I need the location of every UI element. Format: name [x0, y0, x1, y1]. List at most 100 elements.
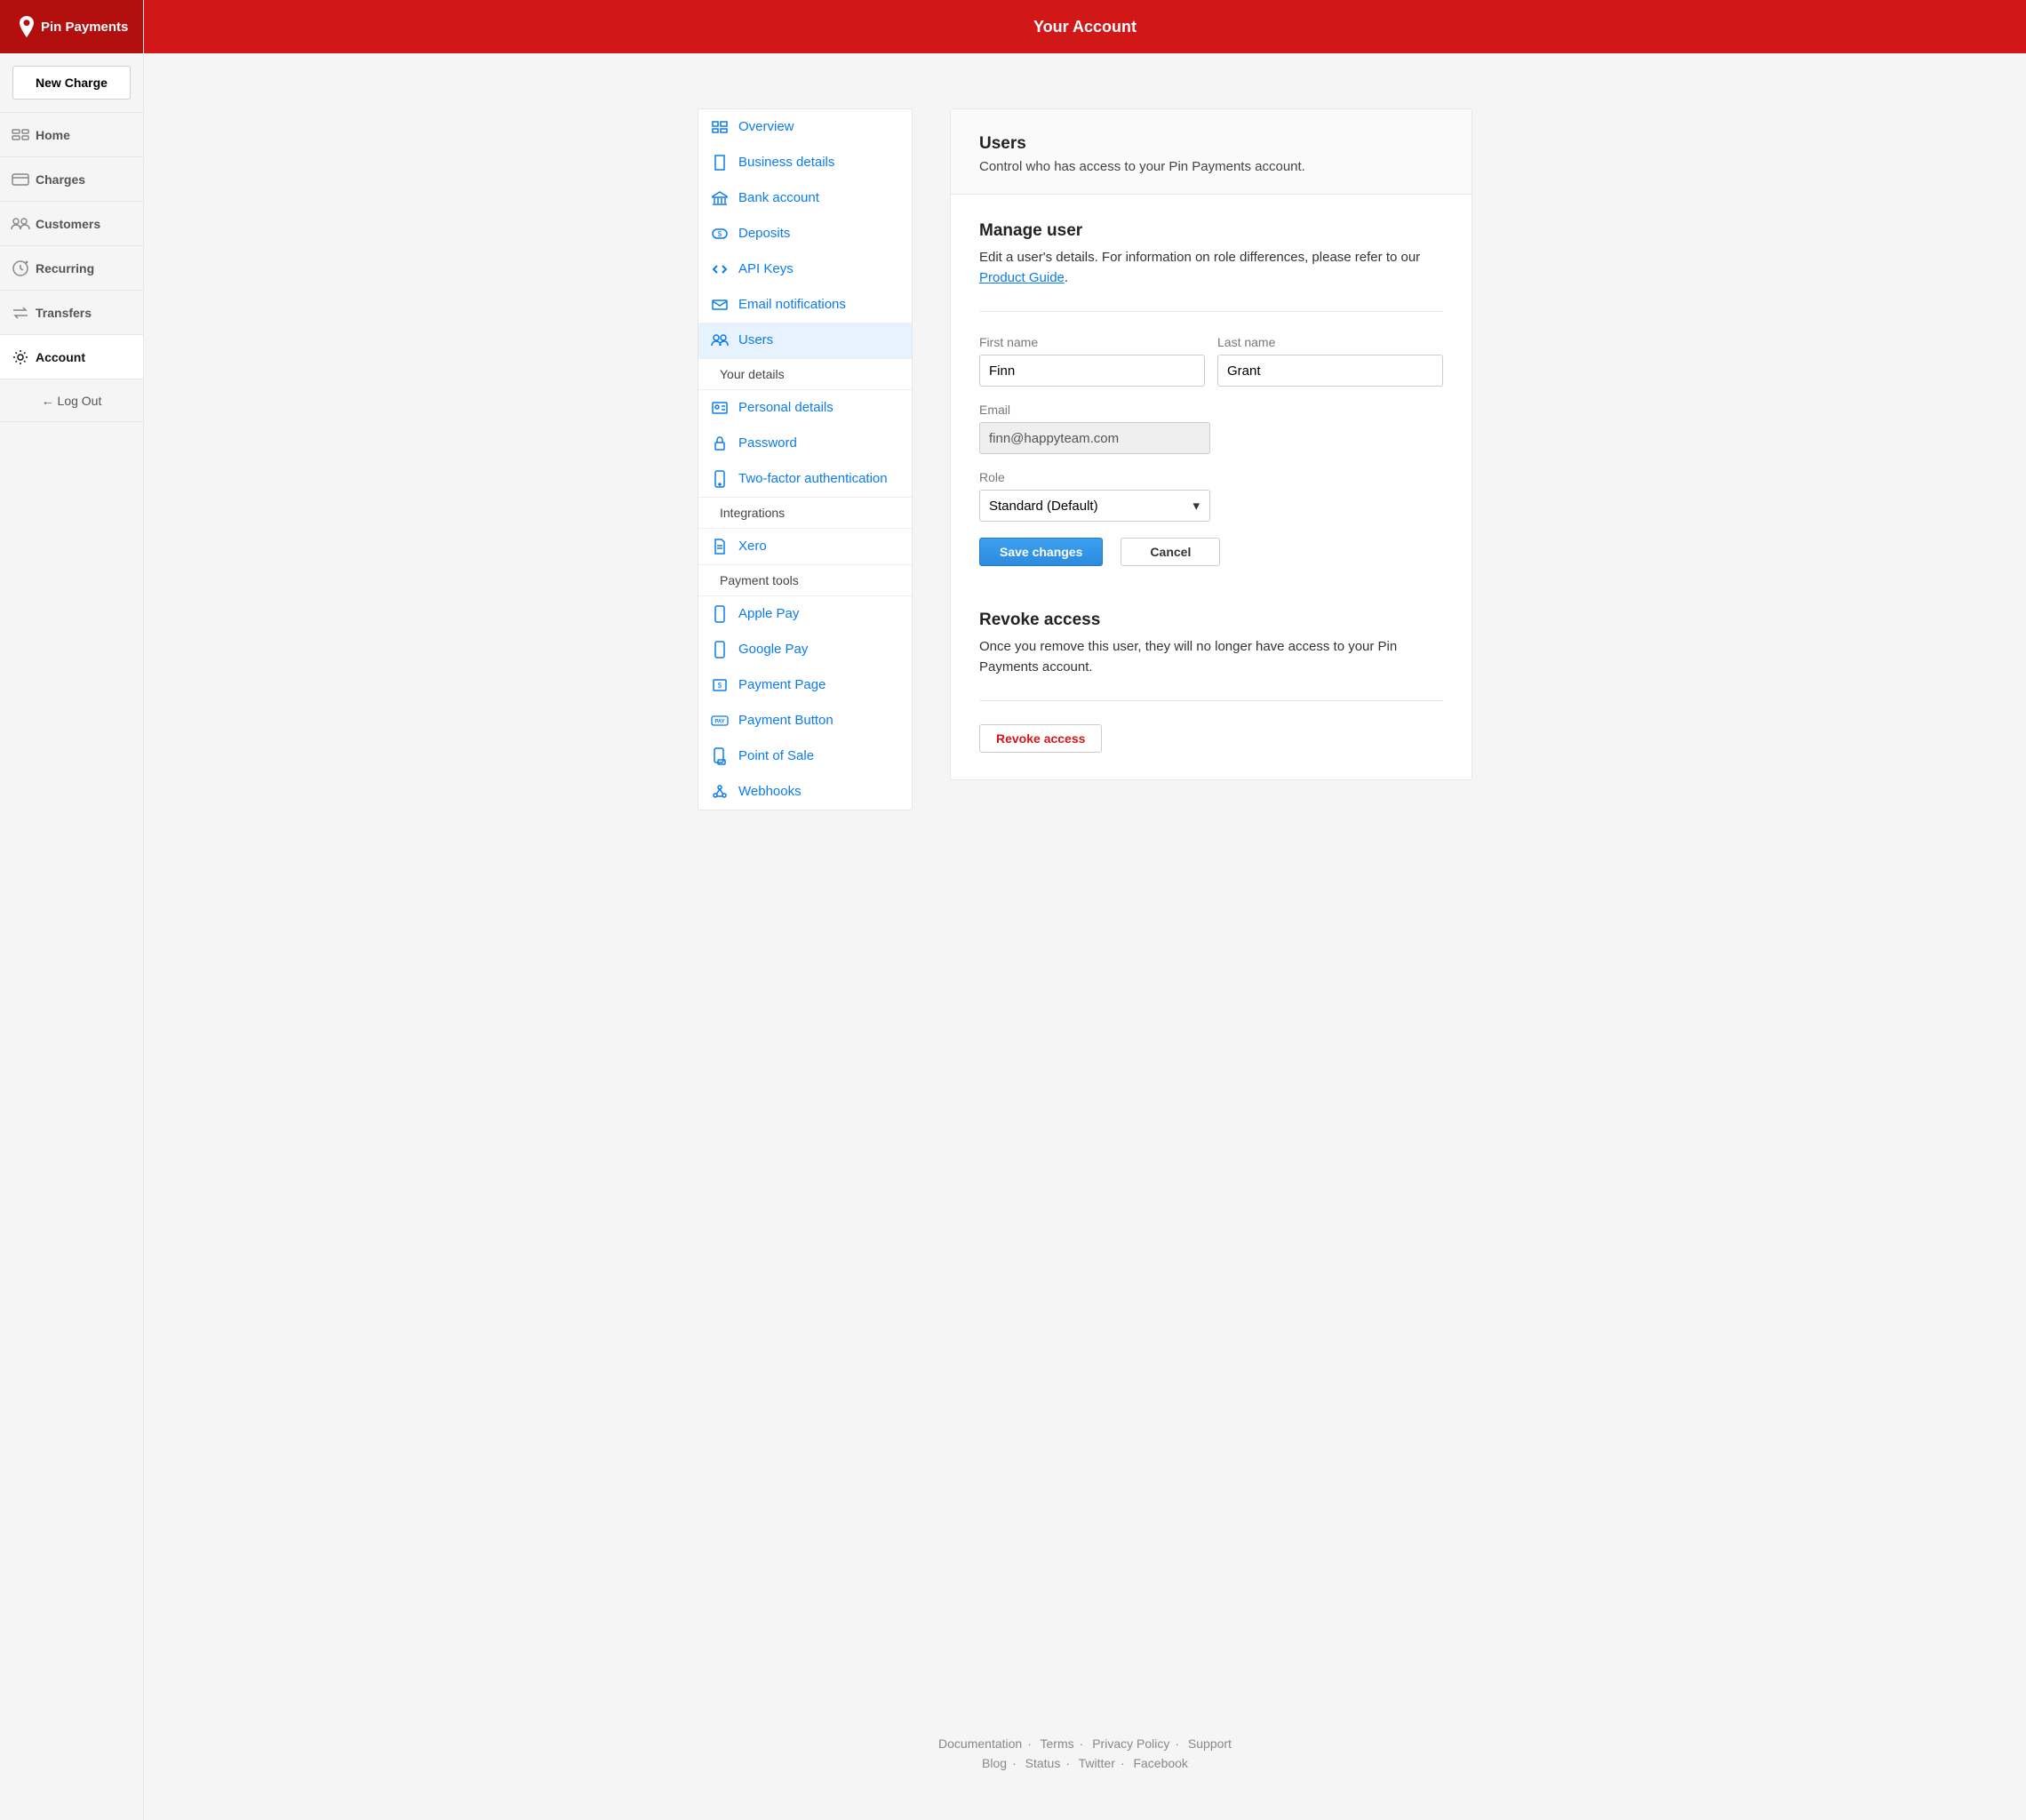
subnav-users[interactable]: Users: [698, 323, 912, 358]
role-label: Role: [979, 470, 1210, 484]
panel-subtitle: Control who has access to your Pin Payme…: [979, 159, 1443, 174]
phone3-icon: [710, 641, 730, 659]
subnav-password[interactable]: Password: [698, 426, 912, 461]
deposits-icon: $: [710, 228, 730, 240]
account-subnav: Overview Business details Bank account $…: [698, 108, 913, 810]
app-root: Pin Payments New Charge Home Charges Cus…: [0, 0, 2026, 1820]
subnav-2fa[interactable]: Two-factor authentication: [698, 461, 912, 497]
footer-twitter[interactable]: Twitter: [1079, 1756, 1115, 1770]
footer-terms[interactable]: Terms: [1041, 1736, 1074, 1751]
subnav-password-label: Password: [738, 435, 797, 451]
subnav-google-label: Google Pay: [738, 642, 808, 657]
transfers-icon: [9, 307, 32, 319]
subnav-apple-label: Apple Pay: [738, 606, 799, 621]
nav-recurring-label: Recurring: [36, 261, 94, 275]
doc-icon: [710, 539, 730, 555]
subnav-webhooks-label: Webhooks: [738, 784, 802, 799]
email-group: Email: [979, 403, 1210, 454]
subnav-bank[interactable]: Bank account: [698, 180, 912, 216]
home-icon: [9, 129, 32, 141]
product-guide-link[interactable]: Product Guide: [979, 270, 1065, 285]
main-area: Your Account Overview Business details B…: [144, 0, 2026, 1820]
svg-text:PAY: PAY: [714, 719, 724, 724]
subnav-overview-label: Overview: [738, 119, 794, 134]
last-name-label: Last name: [1217, 335, 1443, 349]
role-group: Role Standard (Default) ▾: [979, 470, 1210, 522]
subnav-google-pay[interactable]: Google Pay: [698, 632, 912, 667]
gear-icon: [9, 349, 32, 365]
divider2: [979, 700, 1443, 701]
subnav-payment-button[interactable]: PAY Payment Button: [698, 703, 912, 738]
brand-logo[interactable]: Pin Payments: [0, 0, 143, 53]
nav-home[interactable]: Home: [0, 113, 143, 157]
nav-charges-label: Charges: [36, 172, 85, 187]
subnav-business[interactable]: Business details: [698, 145, 912, 180]
svg-text:$: $: [718, 230, 722, 238]
pos-icon: [710, 747, 730, 765]
subnav-personal-label: Personal details: [738, 400, 834, 415]
revoke-button[interactable]: Revoke access: [979, 724, 1102, 753]
footer-facebook[interactable]: Facebook: [1133, 1756, 1187, 1770]
subnav-email[interactable]: Email notifications: [698, 287, 912, 323]
subnav-webhooks[interactable]: Webhooks: [698, 774, 912, 810]
new-charge-wrap: New Charge: [0, 53, 143, 113]
email-row: Email: [979, 403, 1443, 454]
main-nav: Home Charges Customers Recurring Transfe…: [0, 113, 143, 379]
subnav-apple-pay[interactable]: Apple Pay: [698, 596, 912, 632]
subnav-api[interactable]: API Keys: [698, 251, 912, 287]
nav-transfers[interactable]: Transfers: [0, 291, 143, 335]
save-button[interactable]: Save changes: [979, 538, 1103, 566]
footer-status[interactable]: Status: [1025, 1756, 1061, 1770]
subnav-deposits[interactable]: $Deposits: [698, 216, 912, 251]
subnav-overview[interactable]: Overview: [698, 109, 912, 145]
api-icon: [710, 264, 730, 275]
subnav-pos[interactable]: Point of Sale: [698, 738, 912, 774]
nav-account[interactable]: Account: [0, 335, 143, 379]
users-panel: Users Control who has access to your Pin…: [950, 108, 1472, 780]
card-icon: [9, 173, 32, 186]
logout-button[interactable]: ← Log Out: [0, 379, 143, 422]
manage-desc-post: .: [1065, 270, 1068, 285]
building-icon: [710, 155, 730, 171]
subnav-payment-page[interactable]: $Payment Page: [698, 667, 912, 703]
role-select[interactable]: Standard (Default): [979, 490, 1210, 522]
subnav-personal[interactable]: Personal details: [698, 390, 912, 426]
footer-blog[interactable]: Blog: [982, 1756, 1007, 1770]
subnav-api-label: API Keys: [738, 261, 794, 276]
manage-desc-pre: Edit a user's details. For information o…: [979, 250, 1420, 265]
subnav-paypage-label: Payment Page: [738, 677, 826, 692]
nav-customers-label: Customers: [36, 217, 100, 231]
nav-charges[interactable]: Charges: [0, 157, 143, 202]
cancel-button[interactable]: Cancel: [1121, 538, 1220, 566]
paybtn-icon: PAY: [710, 715, 730, 726]
nav-recurring[interactable]: Recurring: [0, 246, 143, 291]
first-name-group: First name: [979, 335, 1205, 387]
footer-support[interactable]: Support: [1188, 1736, 1232, 1751]
phone2-icon: [710, 605, 730, 623]
first-name-label: First name: [979, 335, 1205, 349]
first-name-input[interactable]: [979, 355, 1205, 387]
mail-icon: [710, 299, 730, 310]
subnav-users-label: Users: [738, 332, 773, 347]
footer-privacy[interactable]: Privacy Policy: [1092, 1736, 1169, 1751]
email-label: Email: [979, 403, 1210, 417]
manage-desc: Edit a user's details. For information o…: [979, 248, 1443, 288]
button-row: Save changes Cancel: [979, 538, 1443, 566]
subnav-header-payment-tools: Payment tools: [698, 564, 912, 596]
sep: ·: [1027, 1736, 1032, 1751]
subnav-header-your-details: Your details: [698, 358, 912, 390]
new-charge-button[interactable]: New Charge: [12, 66, 131, 100]
name-row: First name Last name: [979, 335, 1443, 387]
footer-docs[interactable]: Documentation: [938, 1736, 1022, 1751]
lock-icon: [710, 436, 730, 451]
phone-icon: [710, 470, 730, 488]
subnav-xero-label: Xero: [738, 539, 767, 554]
sep: ·: [1080, 1736, 1084, 1751]
subnav-xero[interactable]: Xero: [698, 529, 912, 564]
divider: [979, 311, 1443, 312]
nav-customers[interactable]: Customers: [0, 202, 143, 246]
last-name-group: Last name: [1217, 335, 1443, 387]
last-name-input[interactable]: [1217, 355, 1443, 387]
subnav-paybutton-label: Payment Button: [738, 713, 834, 728]
bank-icon: [710, 191, 730, 205]
